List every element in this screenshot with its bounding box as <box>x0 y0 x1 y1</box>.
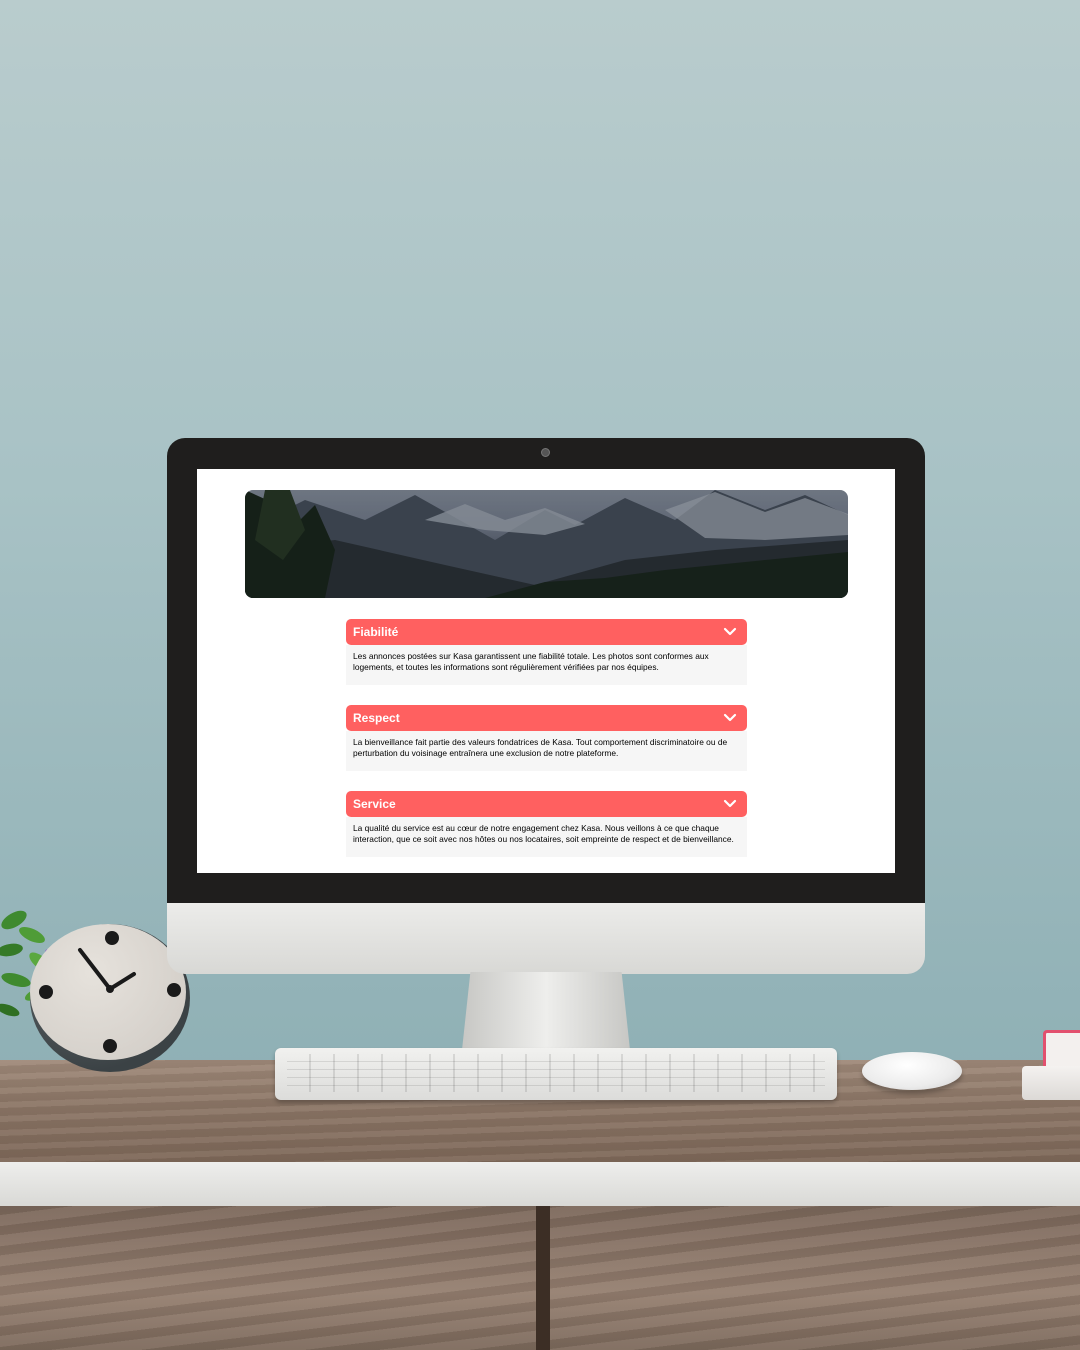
chevron-down-icon[interactable] <box>723 713 737 723</box>
collapse-title: Respect <box>353 711 400 725</box>
collapse-text: La bienveillance fait partie des valeurs… <box>353 737 728 758</box>
collapse-title: Fiabilité <box>353 625 399 639</box>
desk-edge <box>0 1162 1080 1206</box>
collapse-service: Service La qualité du service est au cœu… <box>346 791 747 857</box>
chevron-down-icon[interactable] <box>723 799 737 809</box>
collapse-respect: Respect La bienveillance fait partie des… <box>346 705 747 771</box>
collapse-title: Service <box>353 797 396 811</box>
clock-face <box>30 924 186 1060</box>
mouse <box>862 1052 962 1090</box>
collapse-header-service[interactable]: Service <box>346 791 747 817</box>
collapse-body-respect: La bienveillance fait partie des valeurs… <box>346 731 747 771</box>
monitor-chin <box>167 903 925 974</box>
collapse-fiabilite: Fiabilité Les annonces postées sur Kasa … <box>346 619 747 685</box>
drawer-gap <box>536 1206 550 1350</box>
collapse-body-fiabilite: Les annonces postées sur Kasa garantisse… <box>346 645 747 685</box>
collapse-text: La qualité du service est au cœur de not… <box>353 823 734 844</box>
collapse-body-service: La qualité du service est au cœur de not… <box>346 817 747 857</box>
monitor-stand <box>462 972 630 1050</box>
about-banner-image <box>245 490 848 598</box>
collapse-header-fiabilite[interactable]: Fiabilité <box>346 619 747 645</box>
book-bottom <box>1022 1066 1080 1100</box>
collapse-header-respect[interactable]: Respect <box>346 705 747 731</box>
chevron-down-icon[interactable] <box>723 627 737 637</box>
website-screen: Fiabilité Les annonces postées sur Kasa … <box>197 469 895 873</box>
webcam-icon <box>541 448 550 457</box>
collapse-text: Les annonces postées sur Kasa garantisse… <box>353 651 709 672</box>
keyboard <box>275 1048 837 1100</box>
keyboard-keys <box>287 1054 825 1092</box>
